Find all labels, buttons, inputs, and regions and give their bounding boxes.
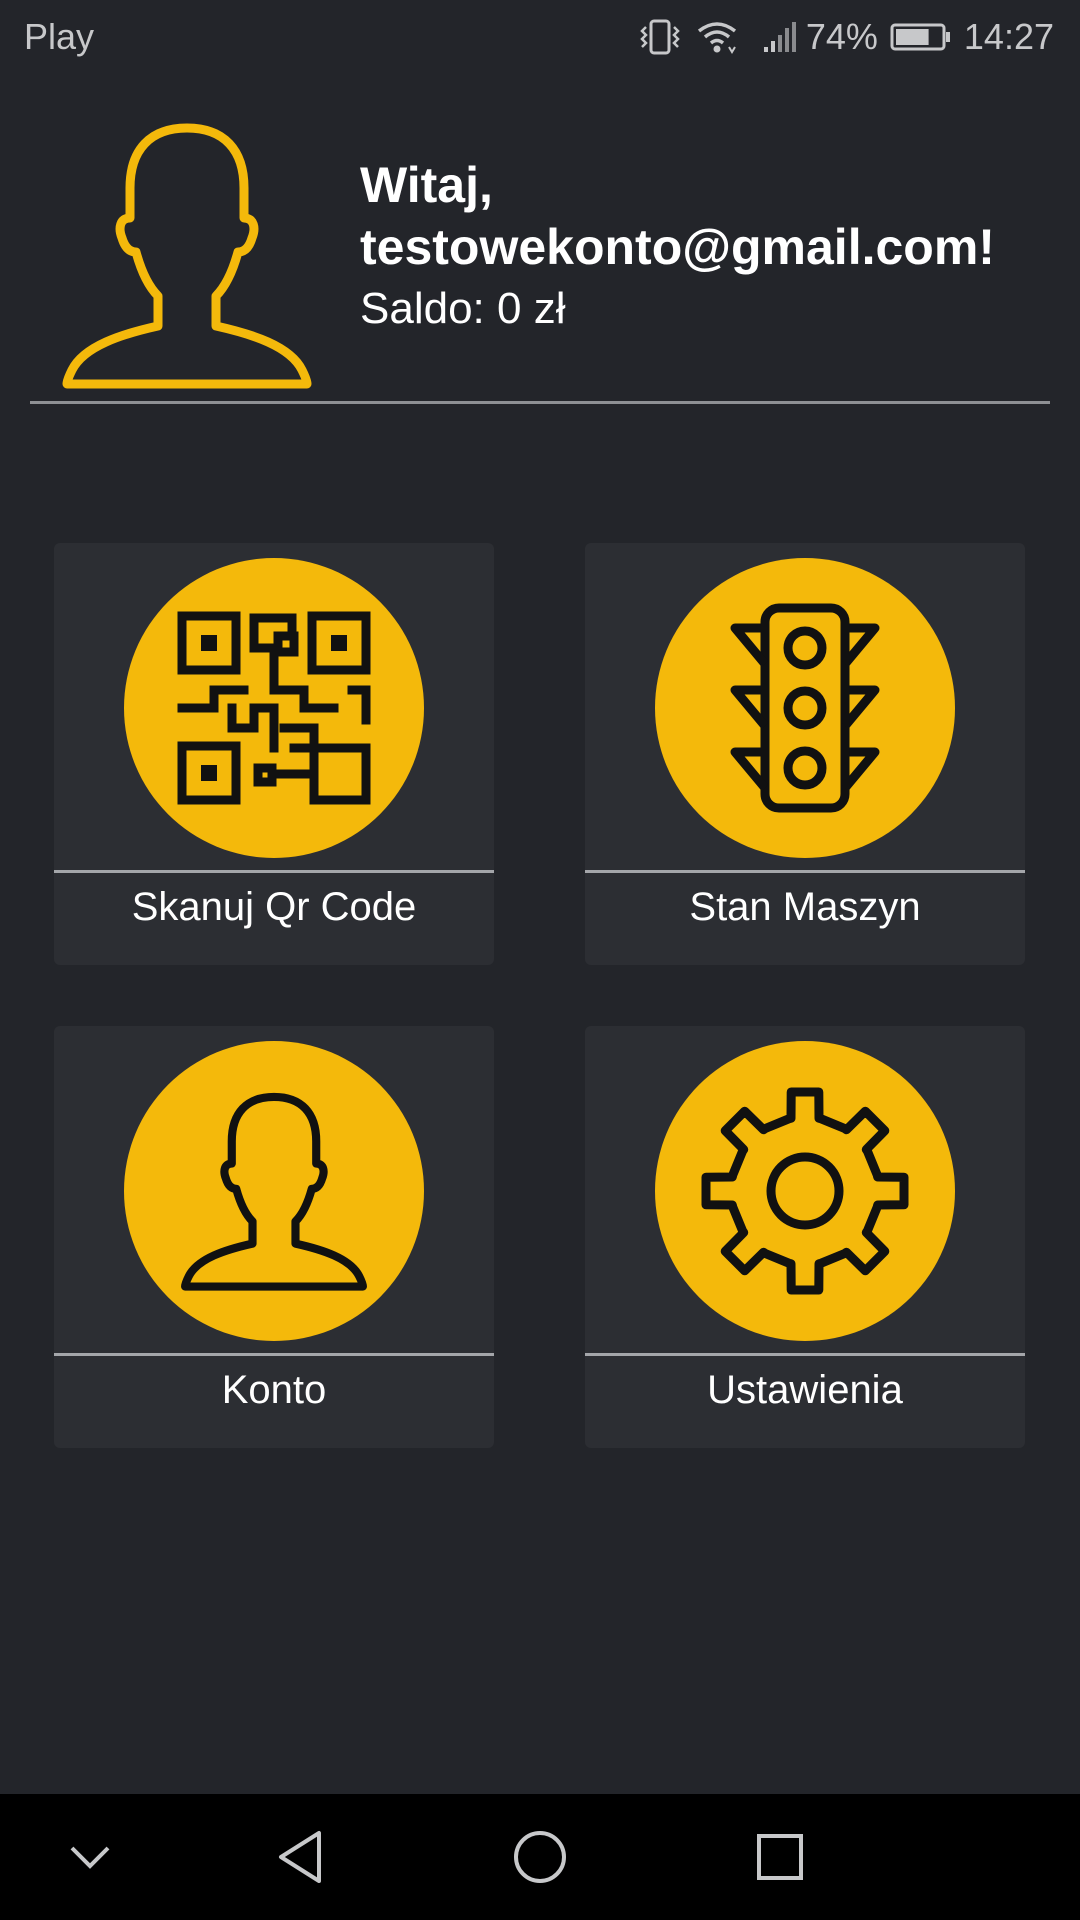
user-email: testowekonto@gmail.com! [360,219,995,275]
user-icon [181,1092,367,1291]
traffic-light-icon-circle [655,558,955,858]
tile-label: Skanuj Qr Code [131,885,417,929]
navigation-bar [0,1794,1080,1920]
qr-code-icon-circle [124,558,424,858]
greeting-text: Witaj, testowekonto@gmail.com! [360,154,995,278]
settings-tile[interactable]: Ustawienia [585,1026,1025,1448]
balance-text: Saldo: 0 zł [360,284,565,334]
greeting-line-1: Witaj, [360,157,493,213]
user-silhouette-icon [62,120,312,390]
header-divider [30,401,1050,404]
status-icons: 74% 14:27 [638,14,1054,60]
signal-icon [762,20,798,54]
battery-icon [890,22,952,52]
tile-label: Ustawienia [707,1368,903,1412]
balance-label: Saldo: [360,284,485,333]
tile-label: Konto [221,1368,327,1412]
scan-qr-tile[interactable]: Skanuj Qr Code [54,543,494,965]
machine-status-tile[interactable]: Stan Maszyn [585,543,1025,965]
gear-icon-circle [655,1041,955,1341]
wifi-icon [696,19,738,55]
qr-code-icon [177,611,371,805]
vibrate-icon [638,19,682,55]
clock: 14:27 [963,16,1054,57]
battery-fill [895,29,929,45]
status-bar: Play 74% 14:27 [0,0,1080,74]
tile-label: Stan Maszyn [689,885,921,929]
home-icon[interactable] [500,1817,580,1897]
traffic-light-icon [730,603,880,813]
battery-percent: 74% [805,16,878,57]
carrier-name: Play [24,16,95,57]
back-icon[interactable] [260,1817,340,1897]
profile-header: Witaj, testowekonto@gmail.com! Saldo: 0 … [0,74,1080,404]
hide-keyboard-icon[interactable] [50,1817,130,1897]
home-screen: Play 74% 14:27 Witaj, testowekonto@gmail… [0,0,1080,1920]
user-icon-circle [124,1041,424,1341]
recent-apps-icon[interactable] [740,1817,820,1897]
account-tile[interactable]: Konto [54,1026,494,1448]
gear-icon [701,1087,909,1295]
balance-value: 0 zł [497,284,566,333]
